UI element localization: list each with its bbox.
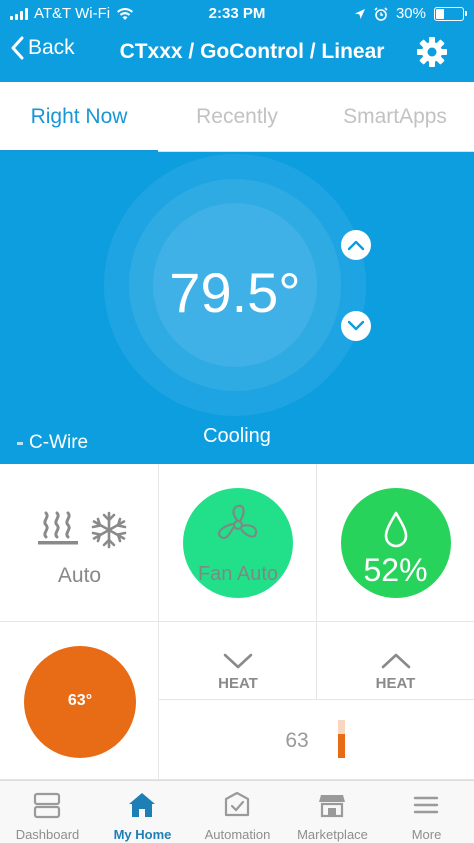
nav-bar: Back CTxxx / GoControl / Linear (0, 30, 474, 76)
humidity-value: 52% (363, 552, 428, 588)
home-icon (129, 793, 155, 817)
tabbar-my-home[interactable]: My Home (95, 781, 190, 843)
fan-mode-label: Fan Auto (197, 563, 279, 585)
fan-tile[interactable]: Fan Auto (159, 464, 317, 622)
water-drop-icon (384, 511, 408, 548)
fan-icon (217, 504, 258, 540)
current-temperature: 79.5° (169, 261, 301, 324)
heat-down-label: HEAT (218, 675, 258, 692)
tabbar-automation[interactable]: Automation (190, 781, 285, 843)
tabbar-more[interactable]: More (379, 781, 474, 843)
heat-setpoint-value: 63° (67, 692, 93, 709)
heat-level-bar[interactable] (338, 720, 345, 758)
page-title: CTxxx / GoControl / Linear (119, 40, 385, 63)
status-right: 30% (354, 5, 467, 22)
tabbar-marketplace-label: Marketplace (297, 827, 368, 842)
humidity-tile: 52% (317, 464, 474, 622)
tabbar-more-label: More (411, 827, 442, 842)
temperature-down-button[interactable] (341, 311, 371, 341)
heat-icon (38, 511, 78, 545)
location-icon (354, 8, 365, 19)
heat-setpoint-tile[interactable]: 63° (0, 622, 159, 780)
control-tiles: Auto Fan Auto 52% 63° HEAT HEAT 63 (0, 464, 474, 780)
thermostat-panel: 79.5° C-Wire Cooling (0, 152, 474, 464)
heat-setpoint-slider-row: 63 (159, 700, 474, 780)
settings-gear-icon[interactable] (416, 36, 448, 68)
operating-state: Cooling (203, 425, 271, 447)
heat-slider-value: 63 (285, 729, 309, 752)
alarm-icon (374, 6, 388, 21)
mode-label: Auto (57, 564, 102, 587)
tab-right-now[interactable]: Right Now (0, 82, 158, 153)
chevron-up-icon (381, 653, 411, 669)
mode-tile[interactable]: Auto (0, 464, 159, 622)
temperature-up-button[interactable] (341, 230, 371, 260)
battery-percent: 30% (395, 5, 426, 22)
dashboard-icon (33, 792, 61, 819)
snowflake-icon (91, 511, 127, 549)
tab-recently[interactable]: Recently (158, 82, 316, 152)
chevron-down-icon (347, 320, 365, 331)
marketplace-icon (319, 795, 345, 818)
heat-up-label: HEAT (375, 675, 416, 692)
tabbar-automation-label: Automation (204, 827, 271, 842)
chevron-up-icon (347, 240, 365, 251)
bottom-tab-bar: Dashboard My Home Automation Marketplace… (0, 780, 474, 843)
heat-up-button[interactable]: HEAT (317, 622, 474, 700)
tabbar-marketplace[interactable]: Marketplace (285, 781, 380, 843)
heat-level-fill (338, 734, 345, 758)
tabbar-dashboard[interactable]: Dashboard (0, 781, 95, 843)
tabbar-my-home-label: My Home (113, 827, 172, 842)
status-bar: AT&T Wi-Fi 2:33 PM 30% (0, 0, 474, 26)
menu-icon (413, 796, 439, 814)
battery-icon (434, 6, 467, 21)
tab-smartapps[interactable]: SmartApps (316, 82, 474, 152)
automation-icon (224, 791, 250, 817)
segment-tabs: Right Now Recently SmartApps (0, 82, 474, 153)
tabbar-dashboard-label: Dashboard (15, 827, 80, 842)
chevron-down-icon (223, 653, 253, 669)
heat-down-button[interactable]: HEAT (159, 622, 317, 700)
header: AT&T Wi-Fi 2:33 PM 30% Back CTxxx / GoCo… (0, 0, 474, 82)
